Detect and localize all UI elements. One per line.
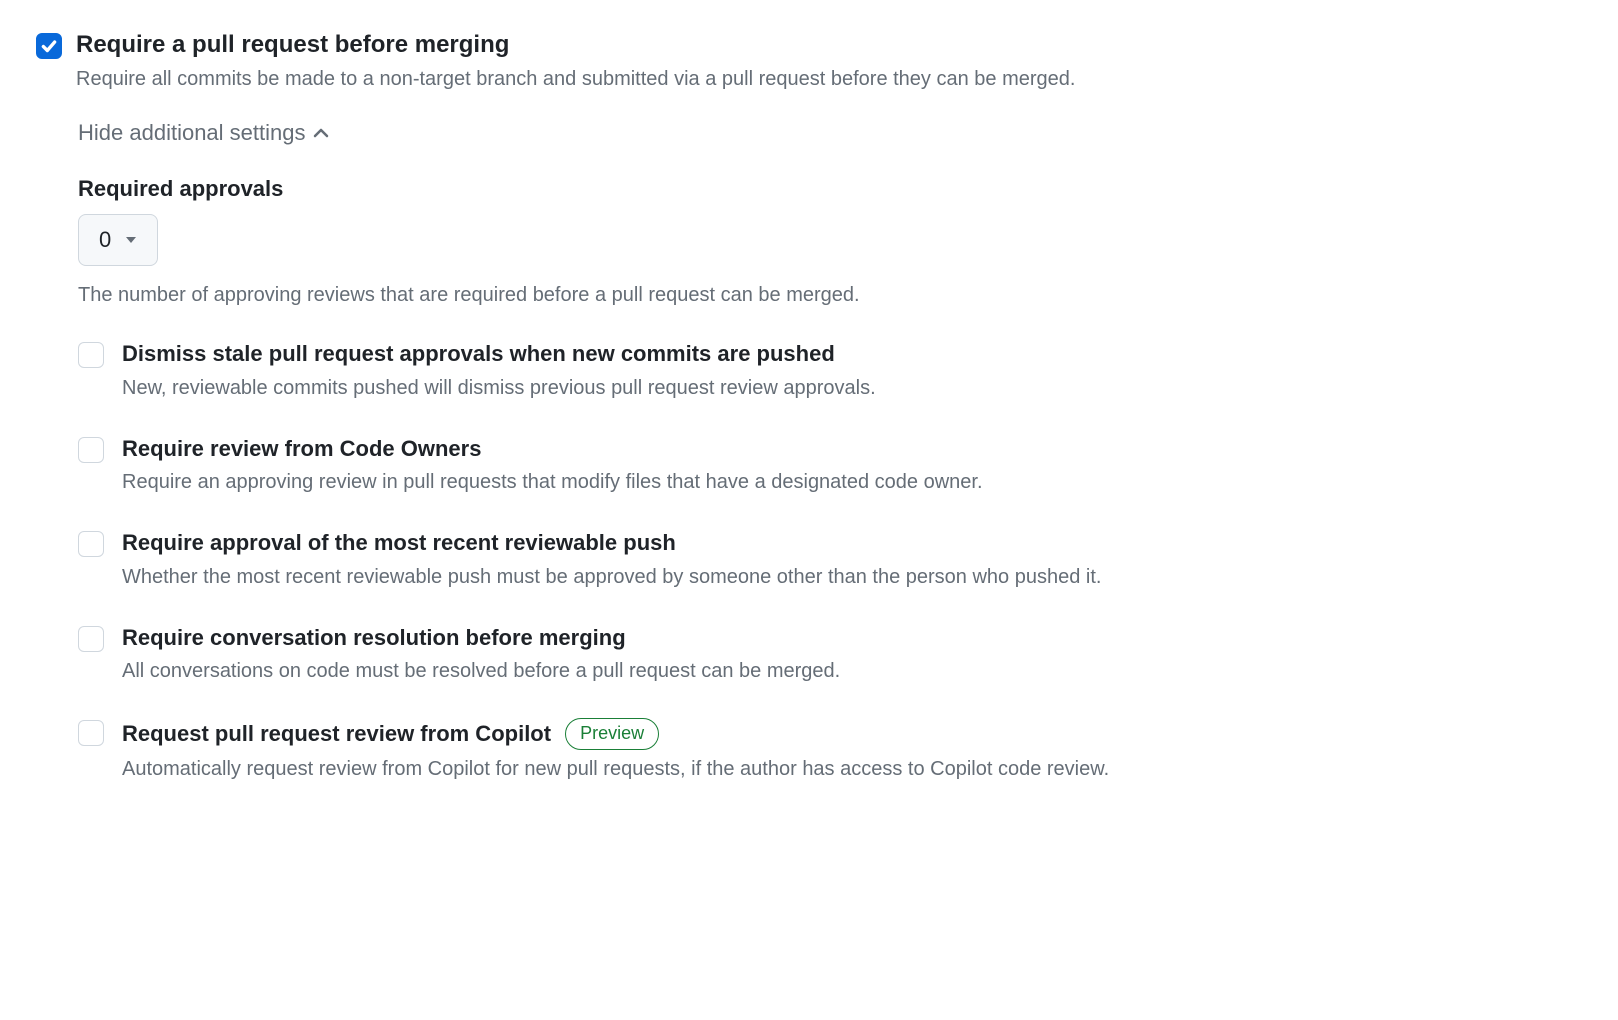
dismiss-stale-title: Dismiss stale pull request approvals whe… bbox=[122, 340, 835, 369]
require-conversation-resolution-checkbox[interactable] bbox=[78, 626, 104, 652]
preview-badge: Preview bbox=[565, 718, 659, 749]
require-code-owners-title: Require review from Code Owners bbox=[122, 435, 481, 464]
required-approvals-helper: The number of approving reviews that are… bbox=[78, 280, 1582, 310]
required-approvals-label: Required approvals bbox=[78, 176, 1582, 202]
require-pr-description: Require all commits be made to a non-tar… bbox=[76, 64, 1582, 94]
check-icon bbox=[40, 37, 58, 55]
require-pr-content: Require a pull request before merging Re… bbox=[76, 30, 1582, 94]
require-conversation-resolution-description: All conversations on code must be resolv… bbox=[122, 656, 1582, 686]
dismiss-stale-content: Dismiss stale pull request approvals whe… bbox=[122, 340, 1582, 403]
caret-down-icon bbox=[125, 236, 137, 244]
require-conversation-resolution-content: Require conversation resolution before m… bbox=[122, 624, 1582, 687]
require-code-owners-description: Require an approving review in pull requ… bbox=[122, 467, 1582, 497]
dismiss-stale-checkbox[interactable] bbox=[78, 342, 104, 368]
dismiss-stale-description: New, reviewable commits pushed will dism… bbox=[122, 373, 1582, 403]
required-approvals-dropdown[interactable]: 0 bbox=[78, 214, 158, 266]
toggle-label: Hide additional settings bbox=[78, 120, 305, 146]
require-code-owners-content: Require review from Code Owners Require … bbox=[122, 435, 1582, 498]
hide-additional-settings-toggle[interactable]: Hide additional settings bbox=[78, 120, 329, 146]
required-approvals-value: 0 bbox=[99, 227, 111, 253]
require-recent-push-title: Require approval of the most recent revi… bbox=[122, 529, 676, 558]
request-copilot-review-checkbox[interactable] bbox=[78, 720, 104, 746]
require-recent-push-checkbox[interactable] bbox=[78, 531, 104, 557]
require-conversation-resolution-title: Require conversation resolution before m… bbox=[122, 624, 626, 653]
require-recent-push-description: Whether the most recent reviewable push … bbox=[122, 562, 1582, 592]
require-code-owners-checkbox[interactable] bbox=[78, 437, 104, 463]
chevron-up-icon bbox=[313, 125, 329, 141]
require-recent-push-content: Require approval of the most recent revi… bbox=[122, 529, 1582, 592]
request-copilot-review-content: Request pull request review from Copilot… bbox=[122, 718, 1582, 783]
require-pr-title: Require a pull request before merging bbox=[76, 30, 1582, 60]
request-copilot-review-description: Automatically request review from Copilo… bbox=[122, 754, 1582, 784]
require-pr-checkbox[interactable] bbox=[36, 33, 62, 59]
request-copilot-review-title: Request pull request review from Copilot bbox=[122, 720, 551, 749]
